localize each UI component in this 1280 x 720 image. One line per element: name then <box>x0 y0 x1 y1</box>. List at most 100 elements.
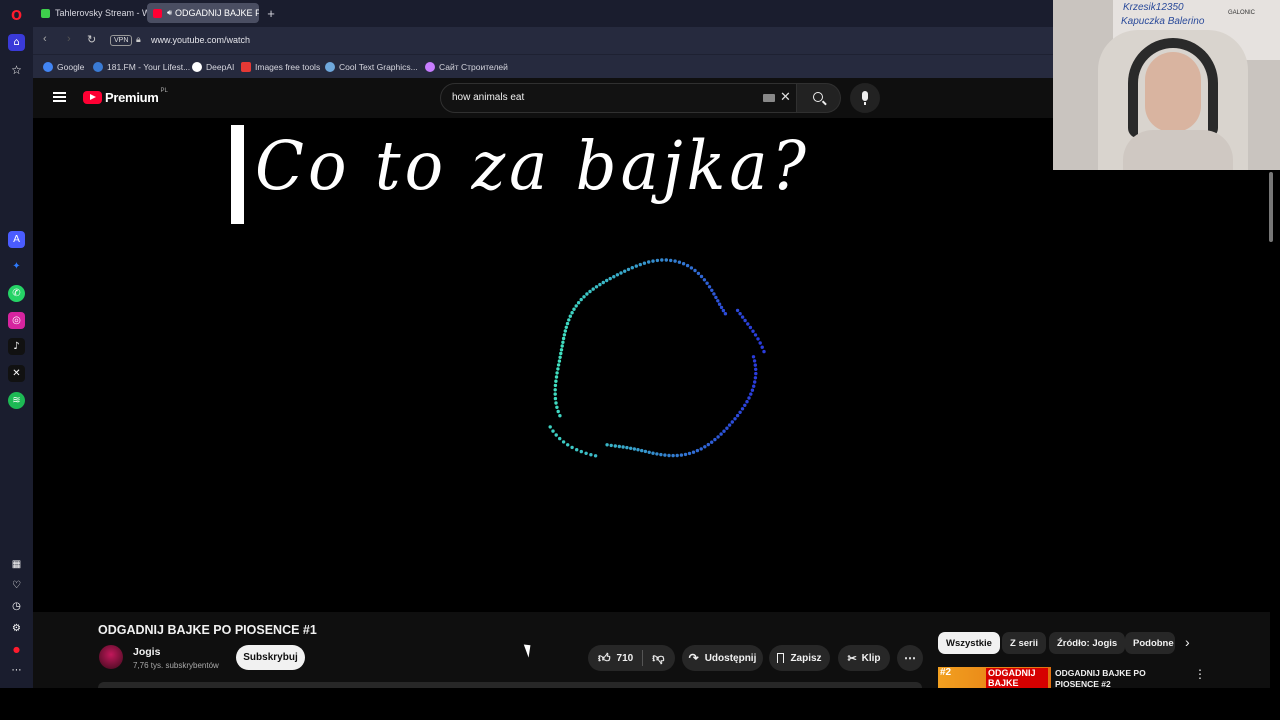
history-icon[interactable]: ◷ <box>8 598 25 615</box>
bookmark-stroiteley[interactable]: Сайт Строителей <box>425 60 508 74</box>
recommendation-menu-icon[interactable]: ⋮ <box>1194 667 1206 681</box>
visualizer-dot <box>556 367 560 371</box>
back-icon[interactable]: ‹ <box>43 33 47 45</box>
subscribe-button[interactable]: Subskrybuj <box>236 645 305 670</box>
chip-all[interactable]: Wszystkie <box>938 632 1000 654</box>
board-text-1: Krzesik12350 <box>1123 2 1184 13</box>
microphone-icon <box>862 91 868 101</box>
clip-label: Klip <box>861 652 881 664</box>
visualizer-dot <box>685 263 690 268</box>
visualizer-dot <box>605 443 609 447</box>
visualizer-dot <box>671 453 675 458</box>
visualizer-dot <box>677 260 682 264</box>
tab-youtube-active[interactable]: 🔊︎ ODGADNIJ BAJKE PO <box>147 3 259 23</box>
bookmark-181fm[interactable]: 181.FM - Your Lifest... <box>93 60 190 74</box>
chip-similar[interactable]: Podobne <box>1125 632 1175 654</box>
new-tab-button[interactable]: + <box>263 3 279 23</box>
visualizer-dot <box>559 348 564 352</box>
scrollbar-thumb[interactable] <box>1269 172 1273 242</box>
visualizer-dot <box>751 355 756 359</box>
channel-name[interactable]: Jogis <box>133 646 160 658</box>
bookmark-cooltext[interactable]: Cool Text Graphics... <box>325 60 418 74</box>
visualizer-dot <box>725 426 729 430</box>
star-icon[interactable]: ☆ <box>8 61 25 78</box>
home-icon[interactable]: ⌂ <box>8 34 25 51</box>
video-title: ODGADNIJ BAJKE PO PIOSENCE #1 <box>98 623 317 637</box>
more-actions-button[interactable]: ⋯ <box>897 645 923 671</box>
tab-favicon-icon <box>41 8 50 18</box>
visualizer-dot <box>660 258 664 262</box>
visualizer-dot <box>589 453 593 457</box>
thumbs-up-icon: 👍︎ <box>598 650 611 665</box>
save-button[interactable]: Zapisz <box>769 645 830 671</box>
visualizer-dot <box>553 392 557 396</box>
recommendation-thumbnail[interactable]: #2 ODGADNIJ BAJKE <box>938 667 1051 688</box>
forward-icon[interactable]: › <box>67 33 71 45</box>
tab-stream[interactable]: Tahlerovsky Stream - Wat <box>35 3 147 23</box>
search-box[interactable]: how animals eat ✕ <box>440 83 797 113</box>
chip-source[interactable]: Źródło: Jogis <box>1049 632 1126 654</box>
adblock-icon[interactable]: ● <box>8 641 25 658</box>
audio-visualizer <box>548 258 766 458</box>
bookmark-images[interactable]: Images free tools <box>241 60 320 74</box>
video-player[interactable]: Co to za bajka? <box>33 118 1273 612</box>
visualizer-dot <box>636 448 640 452</box>
opera-sidebar: O ⌂ ☆ A ✦ ✆ ◎ ♪ ✕ ≋ ▦ ♡ ◷ ⚙ ● ⋯ <box>0 0 33 688</box>
reload-icon[interactable]: ↻ <box>87 33 96 46</box>
more-icon[interactable]: ⋯ <box>8 662 25 679</box>
bookmark-deepai[interactable]: DeepAI <box>192 60 234 74</box>
channel-avatar[interactable] <box>99 645 123 669</box>
chips-next-icon[interactable]: › <box>1185 634 1190 650</box>
visualizer-dot <box>663 453 667 457</box>
visualizer-dot <box>667 453 671 458</box>
aria-icon[interactable]: A <box>8 231 25 248</box>
recommendation-title[interactable]: ODGADNIJ BAJKE PO PIOSENCE #2 <box>1055 668 1175 688</box>
url-field[interactable]: www.youtube.com/watch <box>151 35 250 45</box>
visualizer-dot <box>703 445 707 449</box>
instagram-icon[interactable]: ◎ <box>8 312 25 329</box>
bookmark-label: DeepAI <box>206 62 235 72</box>
speaker-icon[interactable]: 🔊︎ <box>167 8 172 18</box>
visualizer-dot <box>746 322 750 326</box>
share-button[interactable]: ↷ Udostępnij <box>682 645 763 671</box>
visualizer-dot <box>745 400 749 404</box>
visualizer-dot <box>588 289 592 294</box>
search-button[interactable] <box>797 83 841 113</box>
chip-series[interactable]: Z serii <box>1002 632 1046 654</box>
youtube-logo[interactable]: Premium PL <box>83 88 168 105</box>
visualizer-dot <box>702 278 707 282</box>
region-label: PL <box>160 88 168 94</box>
spotify-icon[interactable]: ≋ <box>8 392 25 409</box>
like-button[interactable]: 👍︎ 710 <box>588 651 633 666</box>
bookmark-label: Google <box>57 62 85 72</box>
search-input[interactable]: how animals eat <box>452 92 524 103</box>
workspaces-icon[interactable]: ▦ <box>8 556 25 573</box>
keyboard-icon[interactable] <box>763 94 775 102</box>
visualizer-dot <box>605 278 609 283</box>
whatsapp-icon[interactable]: ✆ <box>8 285 25 302</box>
settings-icon[interactable]: ⚙ <box>8 620 25 637</box>
voice-search-button[interactable] <box>850 83 880 113</box>
bookmark-google[interactable]: Google <box>43 60 84 74</box>
heart-icon[interactable]: ♡ <box>8 577 25 594</box>
clear-search-icon[interactable]: ✕ <box>780 89 791 105</box>
visualizer-dot <box>548 425 552 429</box>
visualizer-dot <box>758 341 762 345</box>
visualizer-dot <box>576 301 581 305</box>
thumb-text: ODGADNIJ BAJKE <box>986 668 1048 688</box>
visualizer-dot <box>717 302 722 306</box>
visualizer-dot <box>753 380 757 384</box>
x-icon[interactable]: ✕ <box>8 365 25 382</box>
visualizer-dot <box>572 307 576 311</box>
visualizer-dot <box>749 392 753 396</box>
messenger-icon[interactable]: ✦ <box>8 258 25 275</box>
vpn-badge[interactable]: VPN <box>110 35 133 46</box>
opera-logo-icon[interactable]: O <box>8 8 25 25</box>
menu-icon[interactable] <box>53 92 66 102</box>
dislike-button[interactable]: 👎︎ <box>643 651 664 666</box>
visualizer-dot <box>551 429 555 433</box>
visualizer-dot <box>617 444 621 449</box>
clip-button[interactable]: ✂ Klip <box>838 645 890 671</box>
tiktok-icon[interactable]: ♪ <box>8 338 25 355</box>
visualizer-dot <box>738 410 742 414</box>
